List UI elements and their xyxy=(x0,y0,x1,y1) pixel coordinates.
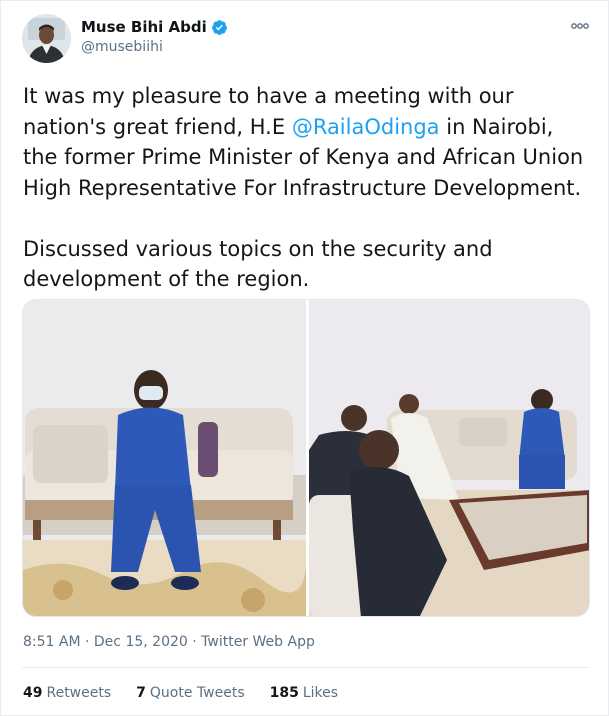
author-handle[interactable]: @musebiihi xyxy=(81,39,163,55)
retweets-label: Retweets xyxy=(46,685,112,701)
avatar-image xyxy=(22,14,71,63)
photo-left[interactable] xyxy=(23,300,306,617)
meta-separator-2: · xyxy=(192,634,197,650)
retweets-stat[interactable]: 49 Retweets xyxy=(23,685,111,701)
likes-count: 185 xyxy=(269,685,299,701)
author-name-row[interactable]: Muse Bihi Abdi xyxy=(81,18,228,36)
likes-label: Likes xyxy=(302,685,339,701)
display-name[interactable]: Muse Bihi Abdi xyxy=(81,18,207,36)
avatar[interactable] xyxy=(22,14,71,63)
quote-tweets-count: 7 xyxy=(136,685,146,701)
tweet-date[interactable]: Dec 15, 2020 xyxy=(94,634,188,650)
verified-badge-icon xyxy=(211,19,227,35)
meta-separator-1: · xyxy=(85,634,90,650)
photo-right[interactable] xyxy=(309,300,590,617)
tweet-meta: 8:51 AM · Dec 15, 2020 · Twitter Web App xyxy=(23,634,315,650)
retweets-count: 49 xyxy=(23,685,43,701)
quote-tweets-stat[interactable]: 7 Quote Tweets xyxy=(136,685,244,701)
likes-stat[interactable]: 185 Likes xyxy=(270,685,338,701)
divider-top xyxy=(22,667,590,668)
tweet-card: Muse Bihi Abdi @musebiihi It was my plea… xyxy=(0,0,609,716)
tweet-stats: 49 Retweets 7 Quote Tweets 185 Likes xyxy=(23,685,338,701)
tweet-media xyxy=(22,299,590,617)
tweet-text-part-2: in Nairobi, the former Prime Minister of… xyxy=(23,114,584,292)
tweet-source[interactable]: Twitter Web App xyxy=(201,634,315,650)
tweet-time[interactable]: 8:51 AM xyxy=(23,634,81,650)
more-options-icon[interactable] xyxy=(569,19,591,33)
mention-link[interactable]: @RailaOdinga xyxy=(292,115,440,139)
tweet-text: It was my pleasure to have a meeting wit… xyxy=(23,81,593,295)
quote-tweets-label: Quote Tweets xyxy=(149,685,245,701)
